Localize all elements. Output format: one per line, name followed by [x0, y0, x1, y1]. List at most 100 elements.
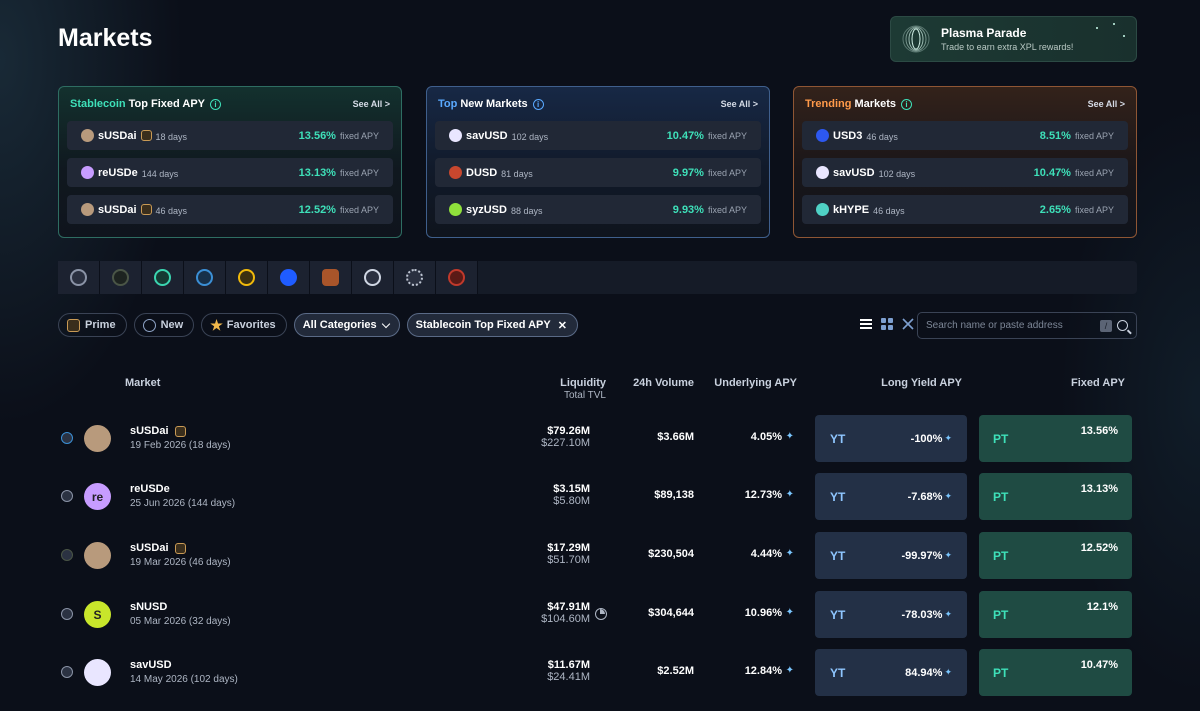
active-filter-label: Stablecoin Top Fixed APY	[415, 319, 551, 331]
card-market-row[interactable]: reUSDe 144 days 13.13% fixed APY	[67, 158, 393, 187]
chain-filter-2[interactable]	[100, 261, 142, 294]
chain-filter-8[interactable]	[352, 261, 394, 294]
underlying-apy-value: 4.44%	[750, 548, 782, 560]
column-header-fixed-apy[interactable]: Fixed APY	[1071, 377, 1125, 389]
chain-4-icon	[196, 269, 213, 286]
market-name[interactable]: sNUSD	[130, 601, 167, 613]
new-filter-button[interactable]: New	[133, 313, 195, 337]
prime-shield-icon	[140, 204, 152, 215]
yt-buy-button[interactable]: YT -99.97% ✦	[815, 532, 967, 579]
card-market-row[interactable]: sUSDai 46 days 12.52% fixed APY	[67, 195, 393, 224]
info-icon[interactable]: i	[532, 98, 544, 110]
liquidity-value: $79.26M	[547, 425, 590, 437]
sparkle-icon	[1096, 27, 1098, 29]
card-market-row[interactable]: savUSD 102 days 10.47% fixed APY	[802, 158, 1128, 187]
fixed-apy-value: 13.13%	[1080, 482, 1118, 495]
card-market-row[interactable]: syzUSD 88 days 9.93% fixed APY	[435, 195, 761, 224]
search-input[interactable]: Search name or paste address /	[917, 312, 1137, 339]
card-market-row[interactable]: sUSDai 18 days 13.56% fixed APY	[67, 121, 393, 150]
pt-buy-button[interactable]: PT 12.52%	[979, 532, 1132, 579]
chain-filter-9[interactable]	[394, 261, 436, 294]
base-chain-icon	[280, 269, 297, 286]
chain-filter-7[interactable]	[310, 261, 352, 294]
yt-label: YT	[830, 548, 846, 563]
chain-filter-ethereum[interactable]	[58, 261, 100, 294]
chain-filter-optimism[interactable]	[436, 261, 478, 294]
fixed-apy-label: fixed APY	[1074, 130, 1114, 141]
market-name[interactable]: sUSDai	[130, 425, 186, 437]
chain-7-icon	[322, 269, 339, 286]
filter-bar: Prime New ★ Favorites All Categories Sta…	[58, 313, 578, 337]
pt-buy-button[interactable]: PT 10.47%	[979, 649, 1132, 696]
chain-2-icon	[112, 269, 129, 286]
card-title: Markets	[854, 98, 897, 110]
shortcut-key: /	[1100, 319, 1112, 332]
column-header-market[interactable]: Market	[125, 377, 160, 389]
tvl-value: $104.60M	[541, 613, 590, 625]
market-name[interactable]: sUSDai	[130, 542, 186, 554]
grid-view-icon[interactable]	[881, 318, 893, 330]
maturity-date: 05 Mar 2026 (32 days)	[130, 616, 231, 627]
sparkle-icon: ✦	[785, 548, 794, 559]
info-icon[interactable]: i	[210, 98, 222, 110]
yt-buy-button[interactable]: YT -78.03% ✦	[815, 591, 967, 638]
market-days: 18 days	[155, 131, 188, 142]
prime-filter-button[interactable]: Prime	[58, 313, 127, 337]
market-name: syzUSD	[466, 203, 507, 216]
chain-filter-3[interactable]	[142, 261, 184, 294]
khype-coin-icon	[816, 203, 829, 216]
market-days: 46 days	[873, 205, 905, 216]
see-all-link[interactable]: See All >	[1088, 99, 1125, 109]
pt-buy-button[interactable]: PT 13.56%	[979, 415, 1132, 462]
yt-buy-button[interactable]: YT 84.94% ✦	[815, 649, 967, 696]
card-market-row[interactable]: DUSD 81 days 9.97% fixed APY	[435, 158, 761, 187]
maturity-date: 19 Feb 2026 (18 days)	[130, 440, 231, 451]
favorites-filter-button[interactable]: ★ Favorites	[201, 313, 287, 337]
market-name[interactable]: savUSD	[130, 659, 172, 671]
volume-value: $230,504	[648, 548, 694, 560]
card-market-row[interactable]: kHYPE 46 days 2.65% fixed APY	[802, 195, 1128, 224]
info-icon[interactable]: i	[901, 98, 913, 110]
pt-buy-button[interactable]: PT 12.1%	[979, 591, 1132, 638]
column-header-long-yield-apy[interactable]: Long Yield APY	[881, 377, 962, 389]
sparkle-icon	[1113, 23, 1115, 25]
prime-shield-icon	[140, 130, 152, 141]
search-placeholder: Search name or paste address	[926, 320, 1063, 331]
sparkle-icon: ✦	[944, 433, 952, 443]
search-icon[interactable]	[1117, 320, 1128, 331]
page-title: Markets	[58, 24, 153, 52]
market-name: sUSDai	[98, 203, 137, 216]
shield-icon	[67, 318, 80, 332]
chain-filter-4[interactable]	[184, 261, 226, 294]
pt-buy-button[interactable]: PT 13.13%	[979, 473, 1132, 520]
fixed-apy-label: fixed APY	[339, 204, 379, 215]
market-days: 81 days	[501, 168, 533, 179]
pt-label: PT	[993, 665, 1009, 680]
see-all-link[interactable]: See All >	[353, 99, 390, 109]
column-header-liquidity[interactable]: Liquidity	[560, 377, 606, 389]
market-name[interactable]: reUSDe	[130, 483, 170, 495]
market-name-text: savUSD	[130, 659, 172, 671]
yt-buy-button[interactable]: YT -7.68% ✦	[815, 473, 967, 520]
column-header-underlying-apy[interactable]: Underlying APY	[714, 377, 797, 389]
sparkle-icon: ✦	[785, 665, 794, 676]
underlying-apy-value: 12.73%	[744, 489, 782, 501]
see-all-link[interactable]: See All >	[721, 99, 758, 109]
active-filter-chip[interactable]: Stablecoin Top Fixed APY ✕	[406, 313, 578, 337]
market-name-text: sUSDai	[130, 542, 169, 554]
yt-label: YT	[830, 607, 846, 622]
new-label: New	[160, 319, 184, 331]
card-market-row[interactable]: USD3 46 days 8.51% fixed APY	[802, 121, 1128, 150]
list-view-icon[interactable]	[860, 318, 872, 330]
pt-label: PT	[993, 431, 1009, 446]
chain-filter-bnb[interactable]	[226, 261, 268, 294]
card-market-row[interactable]: savUSD 102 days 10.47% fixed APY	[435, 121, 761, 150]
promo-banner[interactable]: Plasma Parade Trade to earn extra XPL re…	[890, 16, 1137, 62]
categories-dropdown[interactable]: All Categories	[293, 313, 400, 337]
column-header-volume[interactable]: 24h Volume	[633, 377, 694, 389]
chain-filter-base[interactable]	[268, 261, 310, 294]
close-icon[interactable]: ✕	[558, 319, 567, 332]
pie-chart-icon[interactable]	[595, 608, 607, 620]
yt-buy-button[interactable]: YT -100% ✦	[815, 415, 967, 462]
tools-icon[interactable]	[902, 318, 914, 330]
